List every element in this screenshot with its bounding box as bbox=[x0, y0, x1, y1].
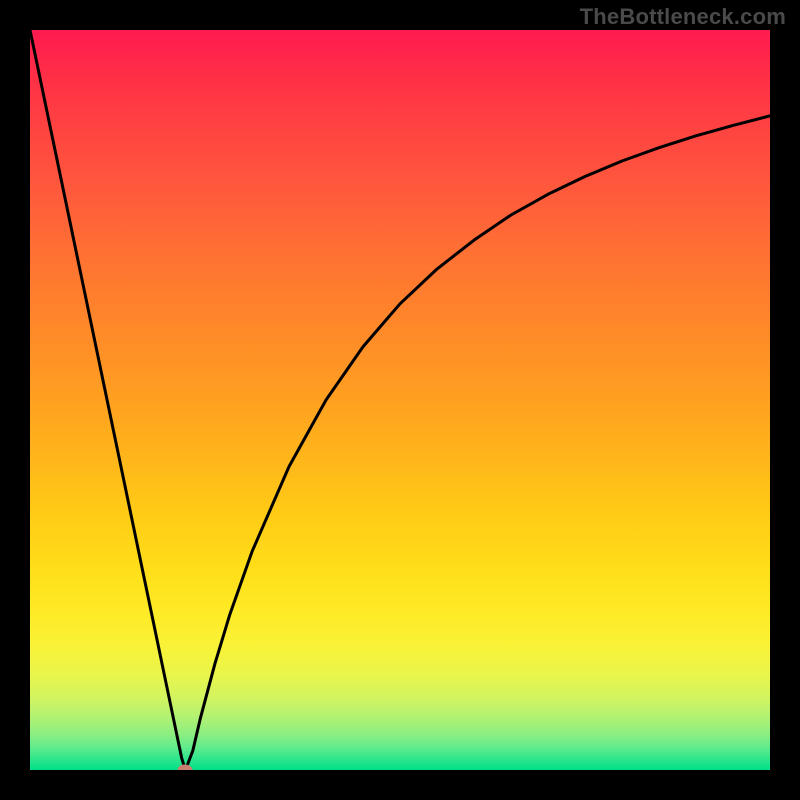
chart-frame: TheBottleneck.com bbox=[0, 0, 800, 800]
watermark-label: TheBottleneck.com bbox=[580, 4, 786, 30]
plot-area bbox=[30, 30, 770, 770]
optimal-point-marker bbox=[178, 765, 193, 771]
bottleneck-curve bbox=[30, 30, 770, 770]
